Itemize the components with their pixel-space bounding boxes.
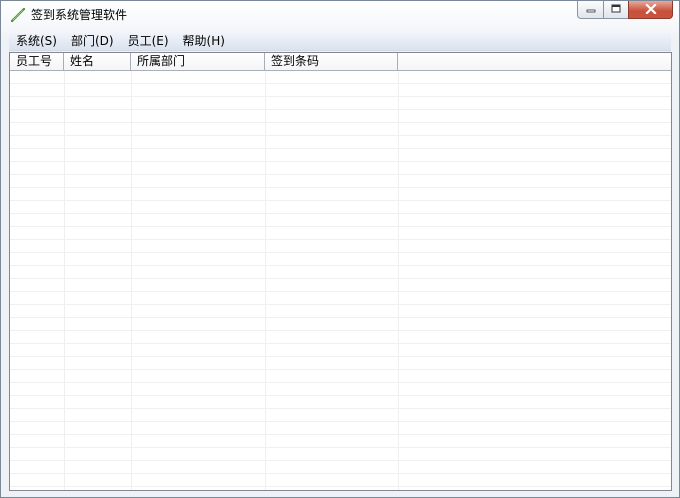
caption-buttons (577, 1, 673, 21)
employee-list[interactable]: 员工号 姓名 所属部门 签到条码 (9, 52, 672, 491)
menu-help[interactable]: 帮助(H) (176, 32, 232, 50)
title-bar[interactable]: 签到系统管理软件 (1, 1, 679, 29)
list-body[interactable] (10, 71, 671, 490)
column-header-barcode[interactable]: 签到条码 (265, 53, 398, 70)
menu-department[interactable]: 部门(D) (64, 32, 121, 50)
list-header: 员工号 姓名 所属部门 签到条码 (10, 53, 671, 71)
menu-bar: 系统(S) 部门(D) 员工(E) 帮助(H) (9, 31, 671, 51)
grid-line (131, 71, 132, 490)
minimize-icon (586, 3, 596, 17)
grid-line (398, 71, 399, 490)
maximize-button[interactable] (603, 1, 628, 19)
grid-line (64, 71, 65, 490)
menu-system[interactable]: 系统(S) (9, 32, 64, 50)
column-header-employee-id[interactable]: 员工号 (10, 53, 64, 70)
minimize-button[interactable] (577, 1, 603, 19)
column-header-department[interactable]: 所属部门 (131, 53, 265, 70)
close-icon (644, 2, 657, 17)
column-header-filler (398, 53, 671, 70)
close-button[interactable] (628, 1, 673, 19)
menu-employee[interactable]: 员工(E) (121, 32, 176, 50)
pen-icon (10, 7, 26, 23)
window-title: 签到系统管理软件 (31, 8, 128, 22)
grid-line (265, 71, 266, 490)
maximize-icon (611, 3, 621, 17)
main-window: 签到系统管理软件 系统(S) 部门(D) 员工(E) 帮助(H) 员工号 姓名 … (0, 0, 680, 498)
column-header-name[interactable]: 姓名 (64, 53, 131, 70)
